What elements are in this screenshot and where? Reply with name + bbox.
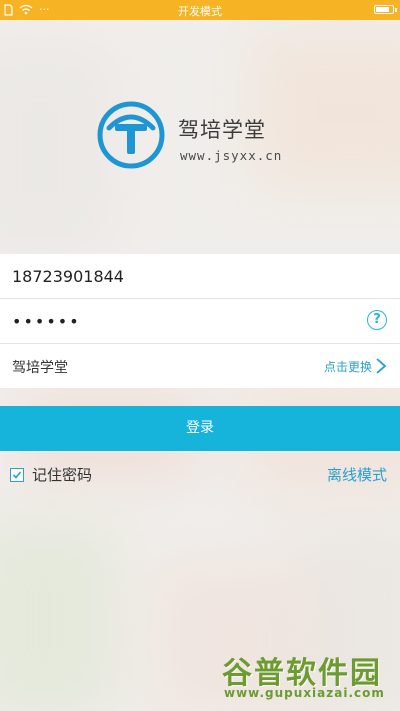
- offline-mode-link[interactable]: 离线模式: [327, 464, 387, 485]
- watermark-url: www.gupuxiazai.com: [224, 686, 385, 700]
- school-name: 驾培学堂: [12, 360, 68, 376]
- brand-name: 驾培学堂: [178, 118, 266, 142]
- remember-checkbox[interactable]: [10, 467, 24, 482]
- login-form: ? 驾培学堂 点击更换: [0, 254, 400, 388]
- status-bar: ··· 开发模式: [0, 0, 400, 20]
- chevron-right-icon[interactable]: [374, 356, 388, 376]
- status-bar-title: 开发模式: [178, 5, 222, 18]
- brand-site: www.jsyxx.cn: [180, 148, 283, 163]
- phone-input[interactable]: [12, 264, 372, 288]
- battery-icon: [374, 5, 397, 14]
- password-input[interactable]: [12, 309, 352, 333]
- password-row: ?: [0, 299, 400, 344]
- change-school-link[interactable]: 点击更换: [324, 358, 372, 375]
- app-logo-icon: [97, 101, 165, 169]
- login-button[interactable]: 登录: [0, 406, 400, 451]
- remember-password-option[interactable]: 记住密码: [10, 464, 92, 485]
- watermark: 谷普软件园 www.gupuxiazai.com: [222, 648, 392, 700]
- phone-row: [0, 254, 400, 299]
- help-icon[interactable]: ?: [367, 310, 387, 330]
- checkmark-icon: [12, 470, 22, 479]
- remember-label: 记住密码: [32, 466, 93, 484]
- school-row[interactable]: 驾培学堂 点击更换: [0, 344, 400, 388]
